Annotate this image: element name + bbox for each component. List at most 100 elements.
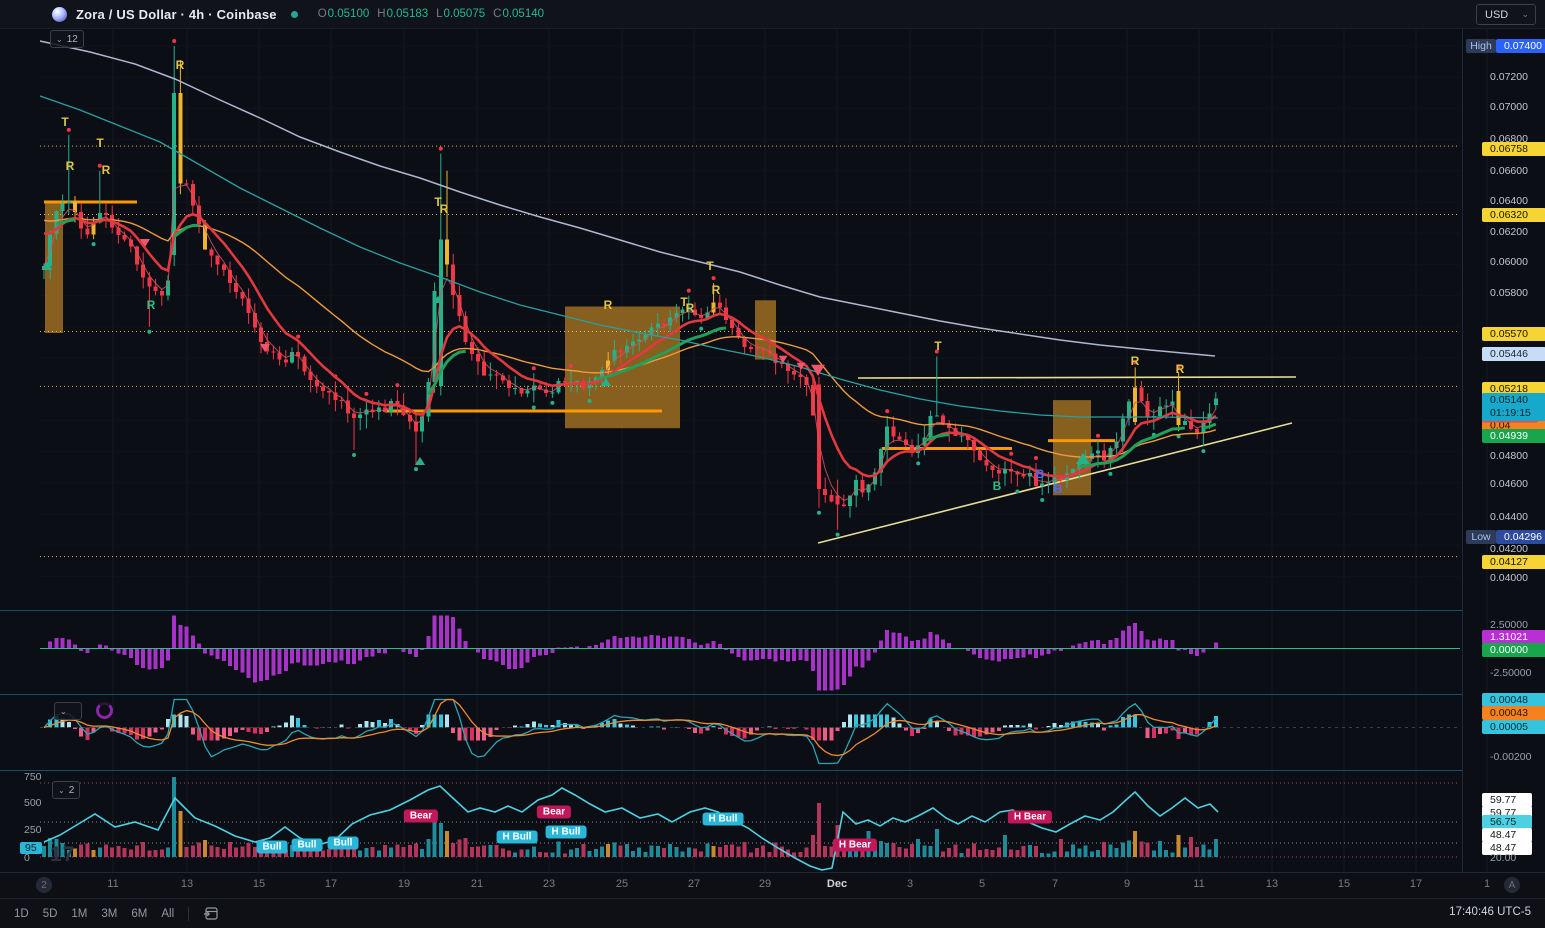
price-label: 0.00005 [1482,720,1545,734]
indicator-collapse-panel4[interactable]: ⌄ 2 [52,781,81,799]
time-tick-label: 25 [615,878,629,890]
price-label: 56.75 [1482,815,1532,829]
price-label: 1.31021 [1482,630,1545,644]
signal-letter-r: R [1130,354,1140,368]
panel-separator[interactable] [0,770,1462,771]
signal-chip-bull: Bull [291,838,323,852]
price-axis-border [1462,28,1463,872]
panel-separator[interactable] [0,694,1462,695]
price-label: 0.06000 [1490,256,1528,268]
time-tick-label: 13 [1265,878,1279,890]
auto-scale-badge[interactable]: A [1504,877,1520,893]
price-label: 0.07000 [1490,101,1528,113]
range-button-3m[interactable]: 3M [101,908,117,920]
price-label: 20.00 [1490,852,1517,864]
trading-app: Zora / US Dollar · 4h · Coinbase O 0.0510… [0,0,1545,928]
price-label[interactable]: 0.05140 01:19:15 [1482,393,1545,421]
time-tick-label: 15 [1337,878,1351,890]
indicator-collapse-main[interactable]: ⌄ 12 [50,30,84,48]
signal-letter-b: B [992,479,1002,493]
signal-letter-t: T [934,339,942,353]
price-label: 0.04000 [1490,572,1528,584]
time-tick-label: 7 [1051,878,1059,890]
price-label: 0.05800 [1490,287,1528,299]
price-range-chip: High [1466,39,1496,53]
signal-letter-r: R [101,163,111,177]
price-label: 0.05570 [1482,327,1545,341]
time-tick-label: 23 [542,878,556,890]
go-to-date-icon[interactable] [203,906,219,921]
time-tick-label: 15 [252,878,266,890]
price-label: 59.77 [1482,793,1532,807]
range-button-all[interactable]: All [161,908,174,920]
session-clock[interactable]: 17:40:46 UTC-5 [1449,906,1531,918]
price-label: 48.47 [1482,828,1532,842]
signal-letter-t: T [96,136,104,150]
price-label: 0.04127 [1482,555,1545,569]
price-label: 0.00000 [1482,643,1545,657]
loading-spinner-icon [96,702,113,719]
time-tick-label: 21 [470,878,484,890]
signal-chip-bull: Bull [327,836,359,850]
time-tick-label: 11 [107,878,119,890]
time-tick-label: 19 [397,878,411,890]
chevron-down-icon: ⌄ [56,34,63,44]
price-label: 0.07200 [1490,71,1528,83]
tradingview-watermark: 17 [50,843,76,866]
price-label: -0.00200 [1490,751,1532,763]
price-label: 0.04939 [1482,429,1545,443]
volume-scale-label: 500 [24,797,42,809]
signal-chip-bull: Bull [256,840,288,854]
range-button-1m[interactable]: 1M [71,908,87,920]
time-tick-label: 17 [324,878,338,890]
indicator-collapse-panel3[interactable]: ⌄ [54,702,82,720]
range-button-1d[interactable]: 1D [14,908,29,920]
time-tick-label: 11 [1193,878,1205,890]
price-label: 0.06200 [1490,226,1528,238]
chevron-down-icon: ⌄ [60,706,67,716]
price-label: 0.00043 [1482,706,1545,720]
time-tick-label: 29 [758,878,772,890]
price-label: 0.06400 [1490,195,1528,207]
signal-letter-r: R [439,202,449,216]
signal-letter-b: B [1053,482,1063,496]
time-tick-label: 1 [1483,878,1491,890]
time-tick-label: 5 [978,878,986,890]
price-label: 0.04600 [1490,478,1528,490]
signal-letter-r: R [175,58,185,72]
signal-letter-b: B [1035,467,1045,481]
volume-scale-label: 250 [24,824,42,836]
signal-chip-bull: H Bull [545,825,587,839]
main-chart-canvas[interactable] [0,0,1545,928]
range-button-6m[interactable]: 6M [131,908,147,920]
signal-letter-t: T [61,115,69,129]
indicator-count: 2 [68,784,75,796]
price-label: 0.06758 [1482,142,1545,156]
signal-chip-bear: H Bear [1007,810,1053,824]
volume-scale-label: 750 [24,771,42,783]
signal-letter-r: R [685,301,695,315]
signal-letter-r: R [146,298,156,312]
bottom-toolbar: 1D 5D 1M 3M 6M All 17:40:46 UTC-5 [0,899,1545,928]
range-buttons: 1D 5D 1M 3M 6M All [0,908,174,920]
price-label: 0.06600 [1490,165,1528,177]
signal-letter-r: R [603,298,613,312]
price-label: 0.00048 [1482,693,1545,707]
axis-left-badge[interactable]: 2 [36,877,52,893]
time-tick-label: 13 [180,878,194,890]
time-tick-label: Dec [826,878,848,890]
volume-scale-label: 0 [24,852,30,864]
price-label: 0.04400 [1490,511,1528,523]
time-axis[interactable]: 11 13 15 17 19 21 23 25 27 29 Dec 3 5 7 9 11 13 15 17 1 2 A [0,873,1545,898]
panel-separator[interactable] [0,610,1462,611]
price-label: -2.50000 [1490,667,1532,679]
signal-chip-bear: Bear [536,805,572,819]
price-label: 0.04200 [1490,543,1528,555]
time-tick-label: 27 [687,878,701,890]
price-label: 0.06320 [1482,208,1545,222]
range-button-5d[interactable]: 5D [43,908,58,920]
signal-chip-bear: Bear [403,809,439,823]
time-tick-label: 17 [1409,878,1423,890]
time-tick-label: 3 [906,878,914,890]
signal-letter-r: R [1175,362,1185,376]
